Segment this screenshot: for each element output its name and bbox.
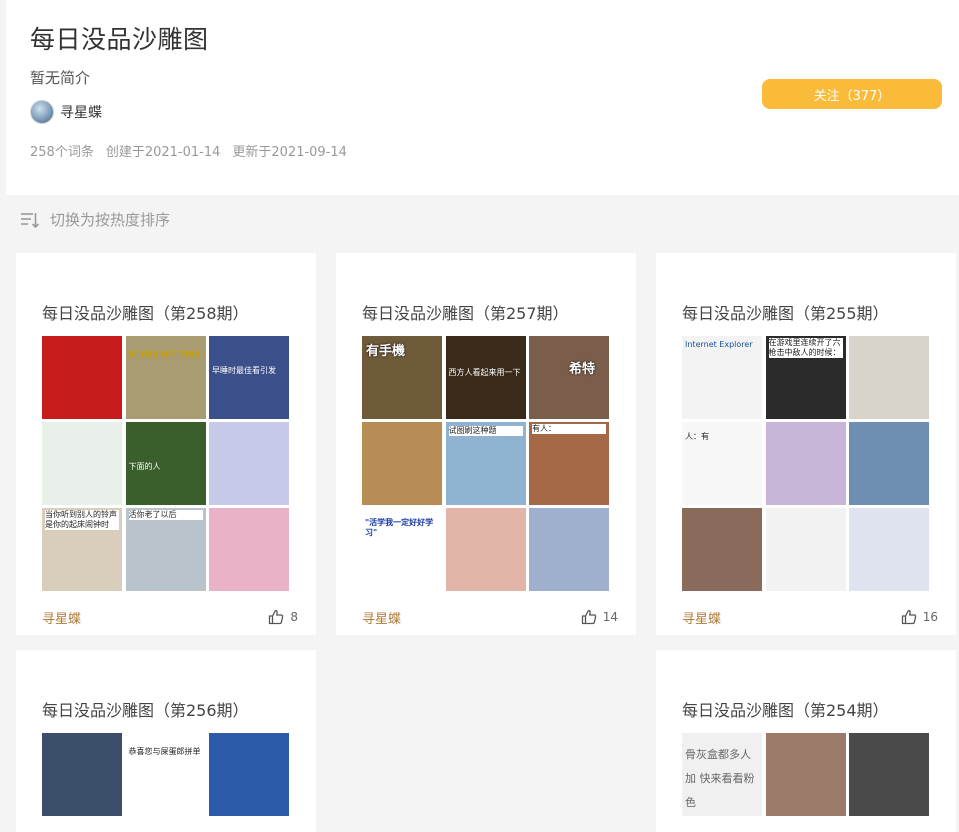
thumbnail-grid: 有手機 西方人看起来用一下 希特 试图刷这种题 有人： "活学我一定好好学习" bbox=[362, 336, 609, 591]
thumbnail[interactable]: "活学我一定好好学习" bbox=[362, 508, 442, 591]
card-title[interactable]: 每日没品沙雕图（第255期） bbox=[682, 300, 889, 324]
thumbnail-grid: IF YOU HIT THIS 早睡时最佳看引发 下面的人 当你听到别人的铃声是… bbox=[42, 336, 289, 591]
sort-label: 切换为按热度排序 bbox=[50, 211, 171, 229]
card-254[interactable]: 每日没品沙雕图（第254期） 骨灰盒都多人加 快来看看粉色 bbox=[656, 650, 956, 832]
like-button[interactable]: 16 bbox=[901, 609, 938, 625]
thumbnail[interactable] bbox=[42, 336, 122, 419]
created-date: 创建于2021-01-14 bbox=[105, 145, 221, 160]
thumbnail[interactable] bbox=[849, 508, 929, 591]
thumbnail[interactable]: 人：有 bbox=[682, 422, 762, 505]
author-info[interactable]: 寻星蝶 bbox=[30, 100, 102, 124]
sort-icon bbox=[21, 212, 40, 228]
thumbnail[interactable]: 活你老了以后 bbox=[125, 508, 206, 591]
card-author[interactable]: 寻星蝶 bbox=[682, 608, 721, 627]
page-title: 每日没品沙雕图 bbox=[30, 25, 209, 54]
sort-toggle[interactable]: 切换为按热度排序 bbox=[20, 209, 170, 230]
card-author[interactable]: 寻星蝶 bbox=[362, 608, 401, 627]
thumbnail[interactable]: 恭喜您与屎蛋郎拼单 bbox=[125, 733, 206, 816]
thumbnail[interactable] bbox=[765, 733, 846, 816]
follow-button[interactable]: 关注（377） bbox=[762, 79, 942, 109]
thumbnail[interactable]: 在游戏里连续开了六枪击中敌人的时候： bbox=[765, 336, 846, 419]
thumbnail[interactable]: 试图刷这种题 bbox=[445, 422, 526, 505]
thumbnail[interactable] bbox=[849, 336, 929, 419]
thumbnail[interactable] bbox=[445, 508, 526, 591]
thumbnail[interactable]: 当你听到别人的铃声是你的起床闹钟时 bbox=[42, 508, 122, 591]
card-258[interactable]: 每日没品沙雕图（第258期） IF YOU HIT THIS 早睡时最佳看引发 … bbox=[16, 253, 316, 635]
card-footer: 寻星蝶 8 bbox=[42, 608, 298, 627]
card-255[interactable]: 每日没品沙雕图（第255期） Internet Explorer 在游戏里连续开… bbox=[656, 253, 956, 635]
card-title[interactable]: 每日没品沙雕图（第258期） bbox=[42, 300, 249, 324]
thumbnail[interactable] bbox=[765, 422, 846, 505]
thumbnail[interactable]: 骨灰盒都多人加 快来看看粉色 bbox=[682, 733, 762, 816]
card-footer: 寻星蝶 16 bbox=[682, 608, 938, 627]
thumbnail[interactable] bbox=[765, 508, 846, 591]
author-name[interactable]: 寻星蝶 bbox=[60, 102, 102, 122]
collection-header: 每日没品沙雕图 暂无简介 寻星蝶 258个词条 创建于2021-01-14 更新… bbox=[6, 0, 959, 195]
thumbnail[interactable] bbox=[849, 422, 929, 505]
thumbnail[interactable] bbox=[42, 733, 122, 816]
thumbs-up-icon bbox=[581, 609, 597, 625]
collection-intro: 暂无简介 bbox=[30, 69, 91, 87]
card-author[interactable]: 寻星蝶 bbox=[42, 608, 81, 627]
like-button[interactable]: 14 bbox=[581, 609, 618, 625]
thumbnail[interactable]: IF YOU HIT THIS bbox=[125, 336, 206, 419]
thumbnail[interactable] bbox=[362, 422, 442, 505]
thumbnail-grid: 恭喜您与屎蛋郎拼单 bbox=[42, 733, 289, 816]
thumbnail[interactable] bbox=[849, 733, 929, 816]
thumbnail[interactable]: 下面的人 bbox=[125, 422, 206, 505]
thumbnail[interactable]: 有人： bbox=[529, 422, 609, 505]
thumbnail[interactable] bbox=[42, 422, 122, 505]
card-256[interactable]: 每日没品沙雕图（第256期） 恭喜您与屎蛋郎拼单 bbox=[16, 650, 316, 832]
thumbnail[interactable]: Internet Explorer bbox=[682, 336, 762, 419]
like-count: 14 bbox=[602, 610, 618, 624]
thumbnail[interactable]: 有手機 bbox=[362, 336, 442, 419]
thumbnail[interactable] bbox=[682, 508, 762, 591]
card-title[interactable]: 每日没品沙雕图（第254期） bbox=[682, 697, 889, 721]
thumbnail[interactable] bbox=[209, 733, 289, 816]
thumbnail[interactable]: 希特 bbox=[529, 336, 609, 419]
card-footer: 寻星蝶 14 bbox=[362, 608, 618, 627]
thumbnail-grid: Internet Explorer 在游戏里连续开了六枪击中敌人的时候： 人：有 bbox=[682, 336, 929, 591]
card-title[interactable]: 每日没品沙雕图（第257期） bbox=[362, 300, 569, 324]
like-button[interactable]: 8 bbox=[268, 609, 298, 625]
like-count: 8 bbox=[290, 610, 298, 624]
avatar[interactable] bbox=[30, 100, 54, 124]
thumbnail[interactable]: 西方人看起来用一下 bbox=[445, 336, 526, 419]
thumbnail[interactable] bbox=[209, 508, 289, 591]
entry-count: 258个词条 bbox=[30, 145, 94, 160]
card-257[interactable]: 每日没品沙雕图（第257期） 有手機 西方人看起来用一下 希特 试图刷这种题 有… bbox=[336, 253, 636, 635]
thumbs-up-icon bbox=[269, 609, 284, 625]
like-count: 16 bbox=[922, 610, 938, 624]
collection-meta: 258个词条 创建于2021-01-14 更新于2021-09-14 bbox=[30, 141, 347, 160]
card-title[interactable]: 每日没品沙雕图（第256期） bbox=[42, 697, 249, 721]
thumbnail-grid: 骨灰盒都多人加 快来看看粉色 bbox=[682, 733, 929, 816]
thumbnail[interactable] bbox=[209, 422, 289, 505]
updated-date: 更新于2021-09-14 bbox=[232, 145, 347, 160]
thumbnail[interactable]: 早睡时最佳看引发 bbox=[209, 336, 289, 419]
thumbnail[interactable] bbox=[529, 508, 609, 591]
thumbs-up-icon bbox=[901, 609, 917, 625]
